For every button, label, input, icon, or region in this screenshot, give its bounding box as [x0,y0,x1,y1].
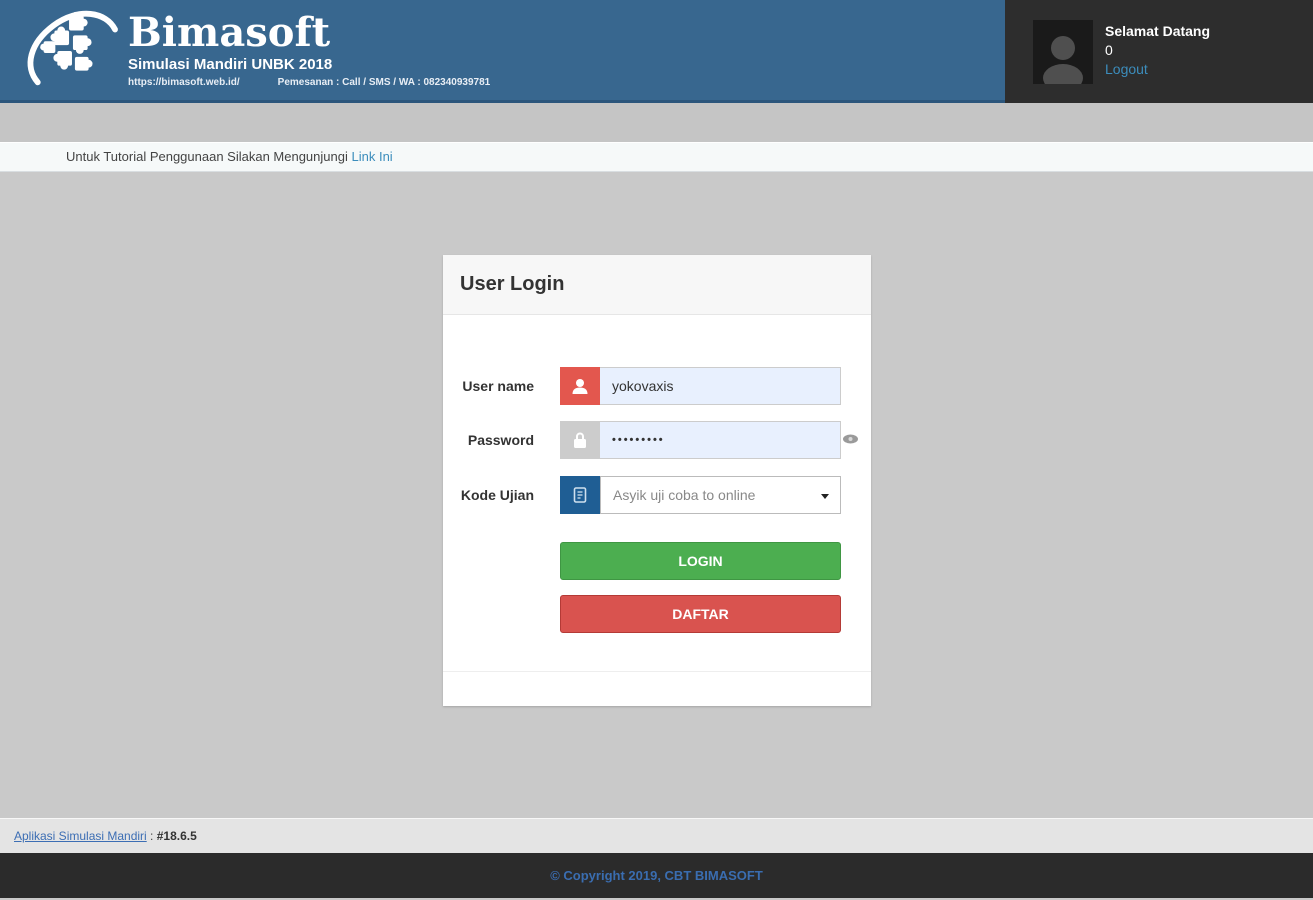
welcome-text: Selamat Datang [1105,22,1210,41]
password-row: Password [457,421,841,459]
login-card-title: User Login [460,273,564,296]
username-addon [560,367,600,405]
password-input[interactable] [600,421,841,459]
button-column: LOGIN DAFTAR [560,542,841,633]
version-separator: : [147,829,157,843]
exam-code-select[interactable]: Asyik uji coba to online [600,476,841,514]
copyright-bar: © Copyright 2019, CBT BIMASOFT [0,853,1313,898]
exam-code-label: Kode Ujian [457,487,560,503]
caret-down-icon [821,494,829,499]
username-label: User name [457,378,560,394]
username-input-group [560,367,841,405]
daftar-button[interactable]: DAFTAR [560,595,841,633]
exam-code-selected: Asyik uji coba to online [613,487,755,503]
app-version-link[interactable]: Aplikasi Simulasi Mandiri [14,829,147,843]
spacer-bar [0,103,1313,142]
brand-contact: Pemesanan : Call / SMS / WA : 0823409397… [278,77,491,88]
show-password-toggle[interactable] [842,432,859,451]
puzzle-swoosh-icon [22,6,120,96]
logout-link[interactable]: Logout [1105,60,1210,79]
book-icon [572,486,588,504]
username-row: User name [457,367,841,405]
exam-code-group: Asyik uji coba to online [560,476,841,514]
login-card-header: User Login [443,255,871,315]
copyright-text: © Copyright 2019, CBT BIMASOFT [550,868,763,883]
app-header: Bimasoft Simulasi Mandiri UNBK 2018 http… [0,0,1313,103]
username-input[interactable] [600,367,841,405]
user-panel-text: Selamat Datang 0 Logout [1105,20,1210,79]
brand-title: Bimasoft [128,12,490,54]
login-card-footer [443,671,871,706]
user-panel: Selamat Datang 0 Logout [1005,0,1313,103]
app-version: #18.6.5 [157,829,197,843]
password-addon [560,421,600,459]
login-card: User Login User name Password [443,255,871,706]
exam-code-addon [560,476,600,514]
lock-icon [572,431,588,449]
brand-block: Bimasoft Simulasi Mandiri UNBK 2018 http… [128,12,490,88]
password-input-group [560,421,841,459]
header-username: 0 [1105,41,1210,60]
main-content: User Login User name Password [0,172,1313,818]
tutorial-notice-text: Untuk Tutorial Penggunaan Silakan Mengun… [66,149,348,164]
version-bar: Aplikasi Simulasi Mandiri : #18.6.5 [0,818,1313,853]
brand-subtitle: Simulasi Mandiri UNBK 2018 [128,56,490,73]
avatar [1033,20,1093,84]
user-icon [571,377,589,395]
tutorial-notice: Untuk Tutorial Penggunaan Silakan Mengun… [0,142,1313,172]
brand-url: https://bimasoft.web.id/ [128,77,240,88]
eye-icon [842,432,859,446]
tutorial-link[interactable]: Link Ini [352,149,393,164]
login-card-body: User name Password [443,315,871,671]
exam-code-row: Kode Ujian Asyik uji coba to online [457,476,841,514]
password-label: Password [457,432,560,448]
brand-meta: https://bimasoft.web.id/ Pemesanan : Cal… [128,77,490,88]
login-button[interactable]: LOGIN [560,542,841,580]
user-silhouette-icon [1037,28,1089,84]
